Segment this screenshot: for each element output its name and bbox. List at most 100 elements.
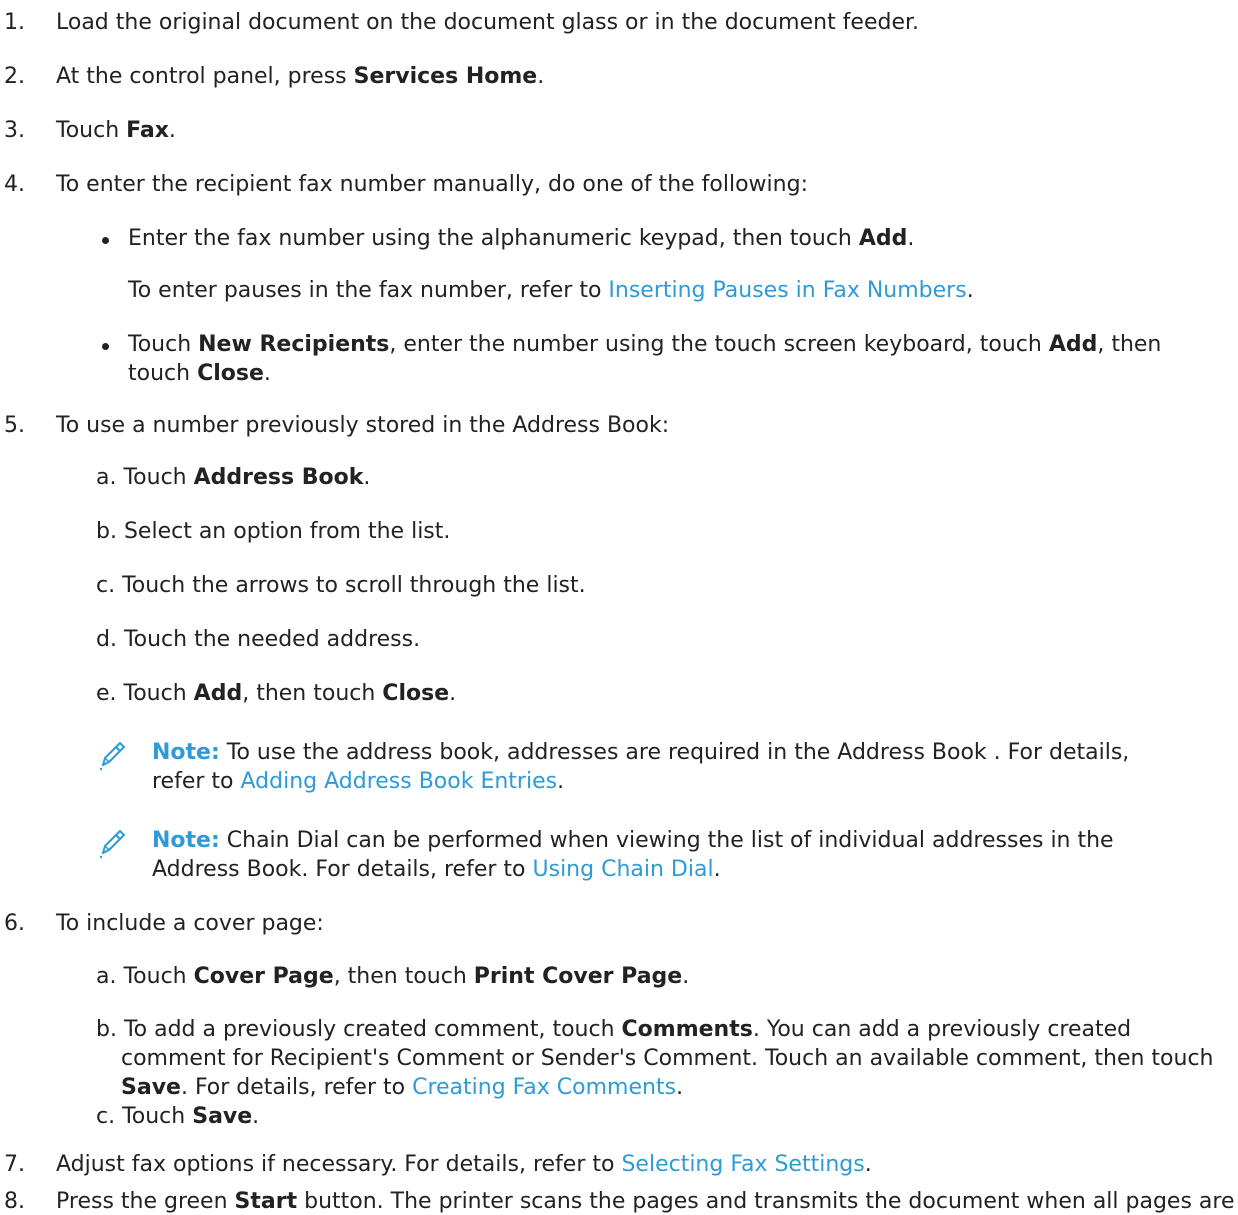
ui-term: Save	[121, 1075, 181, 1100]
substep-c: c. Touch the arrows to scroll through th…	[96, 571, 1216, 600]
step-number: 1.	[4, 10, 25, 35]
note-label: Note:	[152, 828, 220, 853]
substep-text: c. Touch Save.	[96, 1102, 1216, 1131]
substep-text: d. Touch the needed address.	[96, 627, 421, 652]
text-run: , then touch	[242, 681, 383, 706]
text-run: To enter pauses in the fax number, refer…	[128, 278, 609, 303]
substep-c: c. Touch Save.	[96, 1102, 1216, 1131]
text-run: b. To add a previously created comment, …	[96, 1017, 622, 1042]
substep-e: e. Touch Add, then touch Close.	[96, 679, 1216, 708]
step-text: Adjust fax options if necessary. For det…	[56, 1150, 1226, 1179]
ui-term: Close	[197, 361, 264, 386]
step-text: At the control panel, press Services Hom…	[56, 62, 1226, 91]
text-run: Touch	[56, 118, 127, 143]
substep-text: b. Select an option from the list.	[96, 519, 451, 544]
step-3: 3. Touch Fax.	[0, 116, 1238, 146]
step-1: 1. Load the original document on the doc…	[0, 8, 1238, 38]
text-run: .	[864, 1152, 872, 1177]
substep-a: a. Touch Cover Page, then touch Print Co…	[96, 962, 1216, 991]
text-run: .	[252, 1104, 260, 1129]
substep-text: b. To add a previously created comment, …	[96, 1015, 1226, 1102]
step-8: 8. Press the green Start button. The pri…	[0, 1187, 1238, 1215]
text-run: .	[363, 465, 371, 490]
text-run: .	[557, 769, 565, 794]
text-run: At the control panel, press	[56, 64, 354, 89]
text-run: button. The printer scans the pages and …	[297, 1189, 1238, 1214]
step-number: 2.	[4, 64, 25, 89]
note-text: Note: To use the address book, addresses…	[152, 738, 1172, 796]
substep-b: b. Select an option from the list.	[96, 517, 1216, 546]
text-run: .	[263, 361, 271, 386]
substep-text: e. Touch Add, then touch Close.	[96, 679, 1216, 708]
substep-text: a. Touch Address Book.	[96, 463, 1216, 492]
pencil-icon	[99, 742, 125, 771]
ui-term: Cover Page	[193, 964, 334, 989]
text-run: a. Touch	[96, 465, 194, 490]
pencil-icon	[99, 830, 125, 859]
step-4: 4. To enter the recipient fax number man…	[0, 170, 1238, 200]
ui-term: Services Home	[353, 64, 538, 89]
text-run: .	[676, 1075, 684, 1100]
text-run: Press the green	[56, 1189, 235, 1214]
bullet-item: Enter the fax number using the alphanume…	[102, 224, 1212, 254]
text-run: .	[537, 64, 545, 89]
step-number: 4.	[4, 172, 25, 197]
bullet-dot	[102, 237, 109, 244]
step-5: 5. To use a number previously stored in …	[0, 411, 1238, 441]
text-run: .	[449, 681, 457, 706]
ui-term: Fax	[126, 118, 169, 143]
step-number: 6.	[4, 911, 25, 936]
ui-term: Close	[382, 681, 450, 706]
ui-term: Add	[193, 681, 243, 706]
ui-term: New Recipients	[198, 332, 390, 357]
text-run: a. Touch	[96, 964, 194, 989]
step-2: 2. At the control panel, press Services …	[0, 62, 1238, 92]
note-text: Note: Chain Dial can be performed when v…	[152, 826, 1172, 884]
step-text: Press the green Start button. The printe…	[56, 1187, 1238, 1215]
bullet-text: Touch New Recipients, enter the number u…	[128, 330, 1208, 388]
ui-term: Add	[858, 226, 908, 251]
note-label: Note:	[152, 740, 220, 765]
ui-term: Print Cover Page	[473, 964, 683, 989]
bullet-item: Touch New Recipients, enter the number u…	[102, 330, 1212, 390]
link-creating-fax-comments[interactable]: Creating Fax Comments	[412, 1075, 676, 1100]
text-run: . For details, refer to	[180, 1075, 413, 1100]
document-page: 1. Load the original document on the doc…	[0, 0, 1238, 1215]
step-number: 7.	[4, 1152, 25, 1177]
link-inserting-pauses[interactable]: Inserting Pauses in Fax Numbers	[608, 278, 966, 303]
step-text: To enter the recipient fax number manual…	[56, 172, 808, 197]
step-number: 5.	[4, 413, 25, 438]
text-run: e. Touch	[96, 681, 194, 706]
ui-term: Comments	[621, 1017, 753, 1042]
note-callout: Note: To use the address book, addresses…	[96, 738, 1196, 800]
text-run: , then touch	[333, 964, 474, 989]
text-run: .	[907, 226, 915, 251]
text-run: Enter the fax number using the alphanume…	[128, 226, 859, 251]
text-run: .	[168, 118, 176, 143]
step-text: Touch Fax.	[56, 116, 1226, 145]
step-text: To use a number previously stored in the…	[56, 413, 670, 438]
ui-term: Address Book	[193, 465, 364, 490]
ui-term: Add	[1048, 332, 1098, 357]
step-number: 3.	[4, 118, 25, 143]
substep-d: d. Touch the needed address.	[96, 625, 1216, 654]
link-using-chain-dial[interactable]: Using Chain Dial	[533, 857, 714, 882]
bullet-paragraph: To enter pauses in the fax number, refer…	[128, 276, 1208, 305]
text-run: .	[966, 278, 974, 303]
substep-text: c. Touch the arrows to scroll through th…	[96, 573, 586, 598]
link-selecting-fax-settings[interactable]: Selecting Fax Settings	[621, 1152, 864, 1177]
substep-a: a. Touch Address Book.	[96, 463, 1216, 492]
step-number: 8.	[4, 1189, 25, 1214]
text-run: c. Touch	[96, 1104, 193, 1129]
ui-term: Start	[234, 1189, 298, 1214]
ui-term: Save	[192, 1104, 253, 1129]
substep-text: a. Touch Cover Page, then touch Print Co…	[96, 962, 1216, 991]
step-text: To include a cover page:	[56, 911, 324, 936]
text-run: Adjust fax options if necessary. For det…	[56, 1152, 622, 1177]
substep-b: b. To add a previously created comment, …	[96, 1015, 1226, 1102]
step-6: 6. To include a cover page:	[0, 909, 1238, 939]
link-adding-address-book-entries[interactable]: Adding Address Book Entries	[241, 769, 558, 794]
text-run: .	[713, 857, 721, 882]
bullet-text: Enter the fax number using the alphanume…	[128, 224, 1208, 253]
bullet-dot	[102, 343, 109, 350]
